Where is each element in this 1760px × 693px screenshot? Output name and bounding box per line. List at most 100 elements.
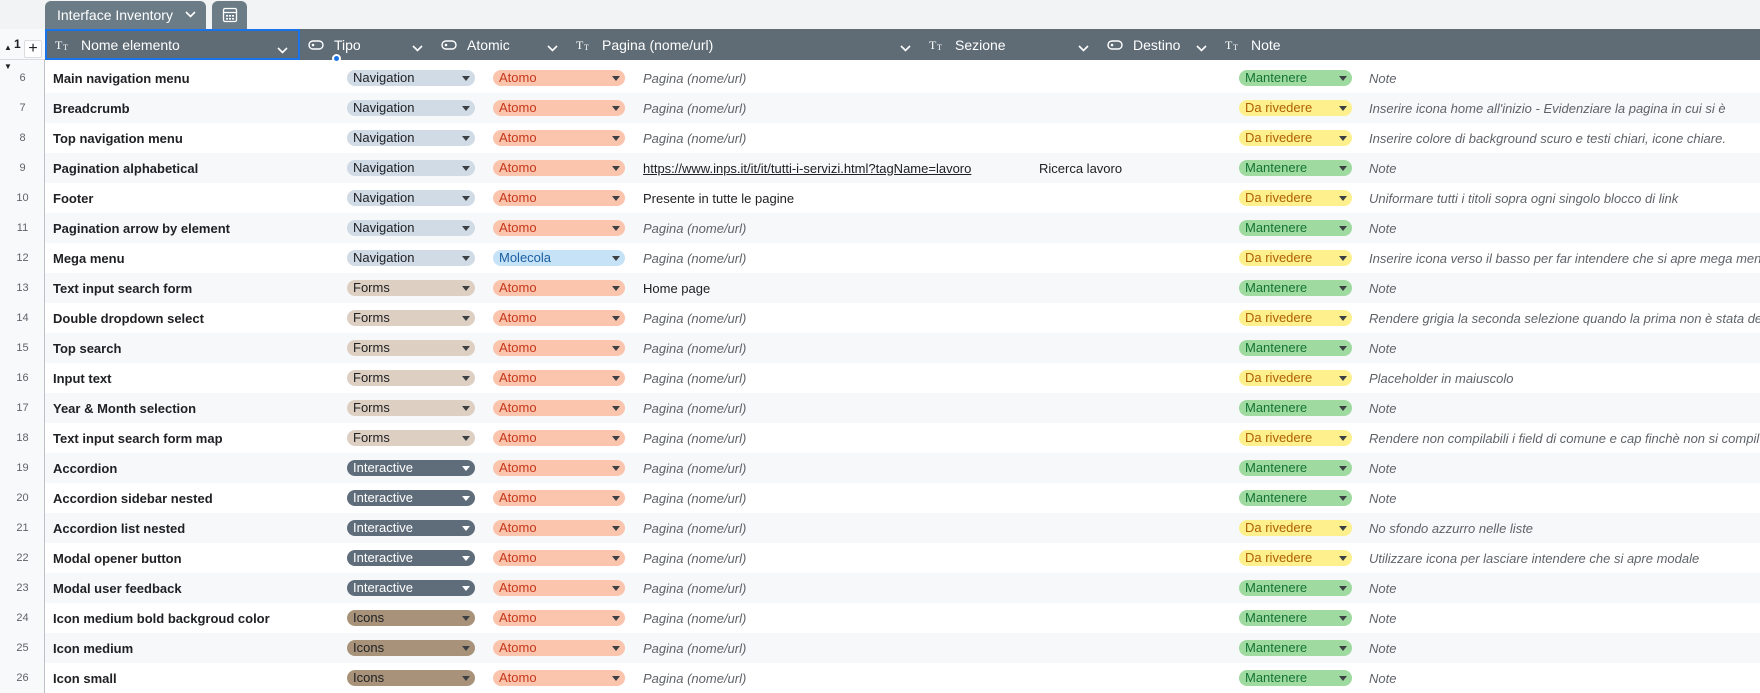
dropdown-arrow-icon[interactable]	[612, 646, 620, 651]
dropdown-arrow-icon[interactable]	[1339, 556, 1347, 561]
dropdown-arrow-icon[interactable]	[612, 136, 620, 141]
atomic-select-chip[interactable]: Atomo	[493, 490, 625, 506]
table-row[interactable]: Icon medium bold backgroud color Icons Ato…	[45, 603, 1760, 633]
cell-nome-elemento[interactable]: Modal opener button	[53, 543, 338, 573]
cell-note[interactable]: Note	[1369, 633, 1760, 663]
dropdown-arrow-icon[interactable]	[462, 136, 470, 141]
destino-select-chip[interactable]: Mantenere	[1239, 640, 1352, 656]
sort-down-icon[interactable]: ▼	[4, 62, 12, 71]
dropdown-arrow-icon[interactable]	[462, 496, 470, 501]
dropdown-arrow-icon[interactable]	[1339, 346, 1347, 351]
dropdown-arrow-icon[interactable]	[612, 586, 620, 591]
dropdown-arrow-icon[interactable]	[462, 526, 470, 531]
destino-select-chip[interactable]: Mantenere	[1239, 70, 1352, 86]
table-row[interactable]: Top navigation menu Navigation Atomo Pagina…	[45, 123, 1760, 153]
cell-pagina[interactable]: Pagina (nome/url)	[643, 603, 1033, 633]
dropdown-arrow-icon[interactable]	[1339, 76, 1347, 81]
atomic-select-chip[interactable]: Atomo	[493, 340, 625, 356]
chevron-down-icon[interactable]	[900, 39, 911, 55]
destino-select-chip[interactable]: Mantenere	[1239, 460, 1352, 476]
chevron-down-icon[interactable]	[1078, 39, 1089, 55]
cell-pagina[interactable]: Pagina (nome/url)	[643, 213, 1033, 243]
dropdown-arrow-icon[interactable]	[1339, 316, 1347, 321]
tipo-select-chip[interactable]: Interactive	[347, 580, 475, 596]
tipo-select-chip[interactable]: Navigation	[347, 70, 475, 86]
dropdown-arrow-icon[interactable]	[612, 466, 620, 471]
destino-select-chip[interactable]: Da rivedere	[1239, 370, 1352, 386]
table-tab-interface-inventory[interactable]: Interface Inventory	[45, 1, 206, 29]
dropdown-arrow-icon[interactable]	[1339, 256, 1347, 261]
calculator-icon[interactable]	[212, 1, 247, 29]
cell-nome-elemento[interactable]: Icon medium bold backgroud color	[53, 603, 338, 633]
atomic-select-chip[interactable]: Atomo	[493, 400, 625, 416]
dropdown-arrow-icon[interactable]	[462, 346, 470, 351]
cell-note[interactable]: Note	[1369, 63, 1760, 93]
cell-sezione[interactable]: Ricerca lavoro	[1039, 153, 1229, 183]
destino-select-chip[interactable]: Da rivedere	[1239, 190, 1352, 206]
destino-select-chip[interactable]: Mantenere	[1239, 280, 1352, 296]
cell-nome-elemento[interactable]: Footer	[53, 183, 338, 213]
tipo-select-chip[interactable]: Icons	[347, 640, 475, 656]
dropdown-arrow-icon[interactable]	[612, 676, 620, 681]
destino-select-chip[interactable]: Mantenere	[1239, 610, 1352, 626]
selection-handle[interactable]	[332, 54, 341, 63]
dropdown-arrow-icon[interactable]	[462, 676, 470, 681]
dropdown-arrow-icon[interactable]	[1339, 136, 1347, 141]
dropdown-arrow-icon[interactable]	[1339, 526, 1347, 531]
tipo-select-chip[interactable]: Navigation	[347, 190, 475, 206]
column-header-note[interactable]: T T Note	[1217, 29, 1760, 60]
cell-note[interactable]: Utilizzare icona per lasciare intendere …	[1369, 543, 1760, 573]
dropdown-arrow-icon[interactable]	[612, 616, 620, 621]
cell-sezione[interactable]	[1039, 243, 1229, 273]
destino-select-chip[interactable]: Mantenere	[1239, 490, 1352, 506]
tipo-select-chip[interactable]: Forms	[347, 340, 475, 356]
dropdown-arrow-icon[interactable]	[1339, 586, 1347, 591]
cell-note[interactable]: Note	[1369, 393, 1760, 423]
chevron-down-icon[interactable]	[412, 39, 423, 55]
destino-select-chip[interactable]: Da rivedere	[1239, 130, 1352, 146]
table-row[interactable]: Year & Month selection Forms Atomo Pagina (…	[45, 393, 1760, 423]
cell-nome-elemento[interactable]: Pagination arrow by element	[53, 213, 338, 243]
cell-sezione[interactable]	[1039, 63, 1229, 93]
atomic-select-chip[interactable]: Atomo	[493, 610, 625, 626]
tipo-select-chip[interactable]: Icons	[347, 610, 475, 626]
cell-nome-elemento[interactable]: Top navigation menu	[53, 123, 338, 153]
cell-nome-elemento[interactable]: Text input search form	[53, 273, 338, 303]
tipo-select-chip[interactable]: Interactive	[347, 490, 475, 506]
cell-pagina[interactable]: Home page	[643, 273, 1033, 303]
dropdown-arrow-icon[interactable]	[612, 196, 620, 201]
column-header-destino[interactable]: Destino	[1099, 29, 1217, 60]
chevron-down-icon[interactable]	[277, 41, 288, 57]
dropdown-arrow-icon[interactable]	[462, 556, 470, 561]
atomic-select-chip[interactable]: Atomo	[493, 370, 625, 386]
atomic-select-chip[interactable]: Atomo	[493, 640, 625, 656]
cell-pagina[interactable]: Pagina (nome/url)	[643, 663, 1033, 693]
cell-pagina[interactable]: Pagina (nome/url)	[643, 243, 1033, 273]
cell-pagina[interactable]: Pagina (nome/url)	[643, 483, 1033, 513]
cell-sezione[interactable]	[1039, 573, 1229, 603]
cell-note[interactable]: Rendere grigia la seconda selezione quan…	[1369, 303, 1760, 333]
cell-note[interactable]: Note	[1369, 663, 1760, 693]
tipo-select-chip[interactable]: Forms	[347, 430, 475, 446]
cell-note[interactable]: Note	[1369, 453, 1760, 483]
cell-nome-elemento[interactable]: Accordion list nested	[53, 513, 338, 543]
dropdown-arrow-icon[interactable]	[1339, 166, 1347, 171]
add-row-button[interactable]: +	[24, 40, 42, 58]
dropdown-arrow-icon[interactable]	[462, 466, 470, 471]
cell-pagina[interactable]: Pagina (nome/url)	[643, 573, 1033, 603]
dropdown-arrow-icon[interactable]	[1339, 196, 1347, 201]
dropdown-arrow-icon[interactable]	[612, 376, 620, 381]
cell-note[interactable]: Note	[1369, 603, 1760, 633]
dropdown-arrow-icon[interactable]	[1339, 406, 1347, 411]
destino-select-chip[interactable]: Da rivedere	[1239, 430, 1352, 446]
cell-sezione[interactable]	[1039, 513, 1229, 543]
cell-sezione[interactable]	[1039, 543, 1229, 573]
cell-sezione[interactable]	[1039, 483, 1229, 513]
cell-note[interactable]: Note	[1369, 333, 1760, 363]
cell-nome-elemento[interactable]: Icon medium	[53, 633, 338, 663]
cell-pagina[interactable]: Pagina (nome/url)	[643, 333, 1033, 363]
cell-pagina[interactable]: Pagina (nome/url)	[643, 633, 1033, 663]
cell-pagina[interactable]: Pagina (nome/url)	[643, 453, 1033, 483]
sort-up-icon[interactable]: ▲	[4, 43, 12, 52]
dropdown-arrow-icon[interactable]	[1339, 676, 1347, 681]
